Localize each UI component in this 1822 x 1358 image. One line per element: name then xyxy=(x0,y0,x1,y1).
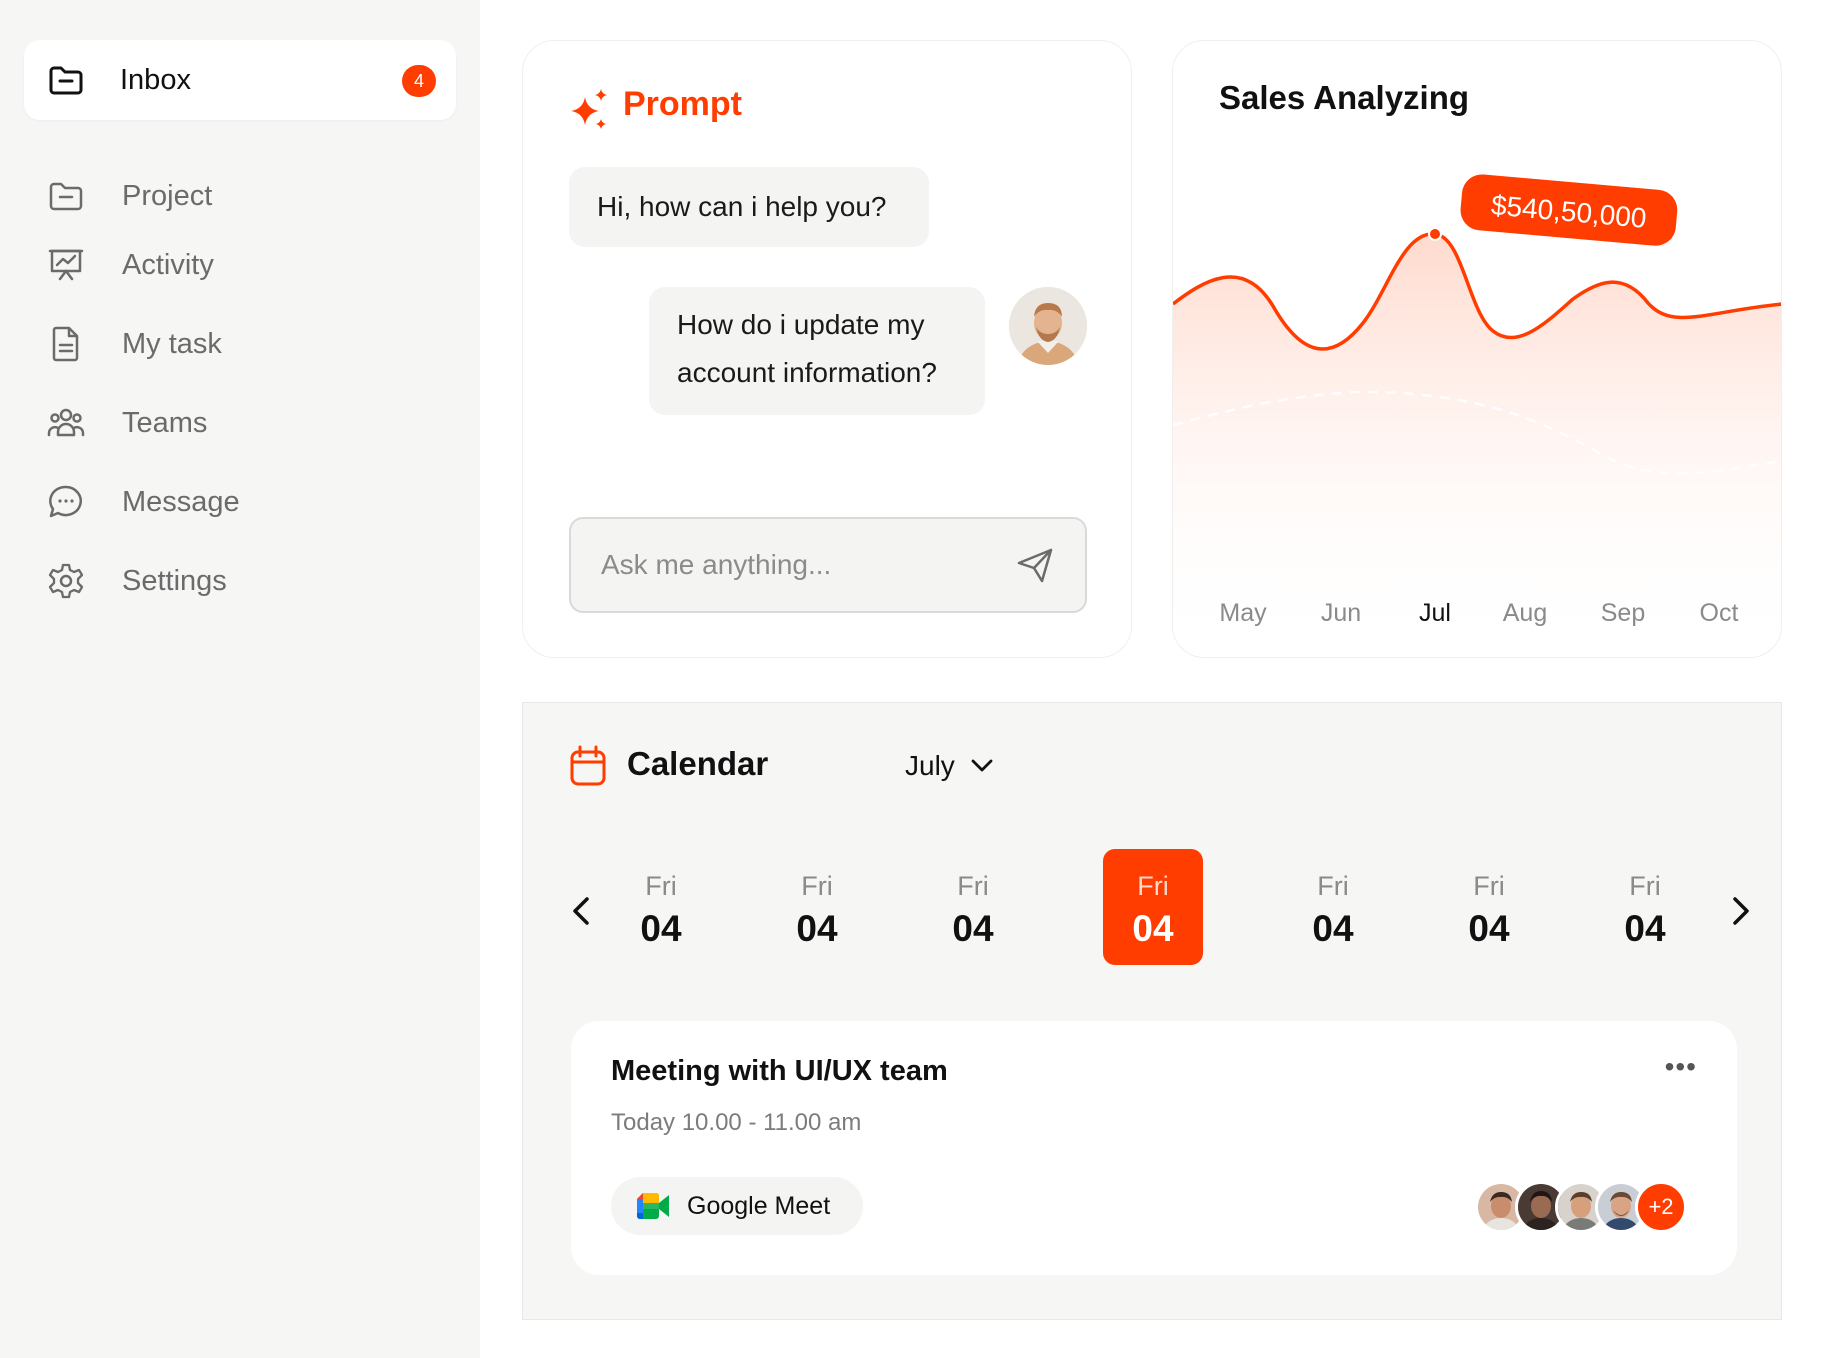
sidebar-item-my-task[interactable]: My task xyxy=(24,314,456,374)
sidebar-item-label: Inbox xyxy=(120,63,191,96)
calendar-title: Calendar xyxy=(627,745,769,782)
x-tick-label: May xyxy=(1219,599,1267,627)
users-icon xyxy=(47,408,85,437)
google-meet-label: Google Meet xyxy=(687,1191,831,1220)
sidebar: Inbox 4 Project Activity My task Teams M… xyxy=(0,0,480,1358)
day-name: Fri xyxy=(1473,871,1505,901)
inbox-count-badge: 4 xyxy=(402,65,436,97)
sales-area xyxy=(1173,233,1781,657)
more-options-icon[interactable]: ••• xyxy=(1665,1051,1697,1083)
presentation-chart-icon xyxy=(48,249,84,281)
x-tick-label: Sep xyxy=(1601,599,1645,627)
day-cell[interactable]: Fri 04 xyxy=(923,849,1023,965)
sidebar-item-label: Teams xyxy=(122,406,208,439)
chat-bubble-icon xyxy=(49,485,82,518)
day-number: 04 xyxy=(952,908,994,949)
day-cell[interactable]: Fri 04 xyxy=(611,849,711,965)
calendar-icon xyxy=(570,745,606,786)
day-number: 04 xyxy=(1132,908,1174,949)
day-number: 04 xyxy=(1468,908,1510,949)
sidebar-item-inbox[interactable]: Inbox 4 xyxy=(24,40,456,120)
more-attendees-badge: +2 xyxy=(1635,1181,1687,1233)
sidebar-item-label: Project xyxy=(122,179,213,212)
day-cell[interactable]: Fri 04 xyxy=(1283,849,1383,965)
day-cell[interactable]: Fri 04 xyxy=(1439,849,1539,965)
dashboard-page: Inbox 4 Project Activity My task Teams M… xyxy=(0,0,1822,1358)
highlight-point xyxy=(1428,227,1442,241)
x-tick-label: Jun xyxy=(1321,599,1361,627)
document-icon xyxy=(52,326,79,362)
sidebar-item-label: My task xyxy=(122,327,222,360)
sidebar-item-activity[interactable]: Activity xyxy=(24,235,456,295)
ask-input[interactable] xyxy=(569,517,1087,613)
day-name: Fri xyxy=(1137,871,1169,901)
highlight-tooltip: $540,50,000 xyxy=(1460,174,1678,246)
sidebar-item-message[interactable]: Message xyxy=(24,472,456,532)
sidebar-item-project[interactable]: Project xyxy=(24,166,456,226)
gear-icon xyxy=(48,563,84,599)
x-tick-label: Aug xyxy=(1503,599,1547,627)
prompt-card: Prompt Hi, how can i help you? How do i … xyxy=(522,40,1132,658)
x-tick-label: Oct xyxy=(1700,599,1739,627)
meeting-time: Today 10.00 - 11.00 am xyxy=(611,1109,862,1136)
day-name: Fri xyxy=(1317,871,1349,901)
sales-analyzing-card: Sales Analyzing $540,50,000 May Jun Jul … xyxy=(1172,40,1782,658)
sidebar-item-label: Settings xyxy=(122,564,227,597)
day-number: 04 xyxy=(1312,908,1354,949)
day-name: Fri xyxy=(801,871,833,901)
folder-icon xyxy=(49,182,83,211)
google-meet-icon xyxy=(637,1193,669,1219)
meeting-title: Meeting with UI/UX team xyxy=(611,1055,948,1087)
bot-message-text: Hi, how can i help you? xyxy=(597,191,887,222)
sidebar-item-teams[interactable]: Teams xyxy=(24,393,456,453)
day-cell[interactable]: Fri 04 xyxy=(1595,849,1695,965)
user-message-line: account information? xyxy=(677,357,937,388)
month-dropdown[interactable]: July xyxy=(905,743,993,789)
google-meet-button[interactable]: Google Meet xyxy=(611,1177,863,1235)
sales-chart: $540,50,000 May Jun Jul Aug Sep Oct xyxy=(1173,174,1781,657)
day-cell[interactable]: Fri 04 xyxy=(1103,849,1203,965)
day-name: Fri xyxy=(645,871,677,901)
day-number: 04 xyxy=(640,908,682,949)
user-avatar-image xyxy=(1009,287,1087,365)
calendar-section: Calendar July Fri 04 Fri 04 Fri 04 Fri 04 Fri 04 F… xyxy=(522,702,1782,1320)
folder-icon xyxy=(49,66,83,95)
x-tick-label: Jul xyxy=(1419,599,1451,627)
send-icon[interactable] xyxy=(1015,545,1055,585)
day-number: 04 xyxy=(796,908,838,949)
month-label: July xyxy=(905,750,955,781)
sidebar-item-label: Message xyxy=(122,485,240,518)
sparkle-icon xyxy=(571,89,607,129)
day-name: Fri xyxy=(957,871,989,901)
day-cell[interactable]: Fri 04 xyxy=(767,849,867,965)
sidebar-item-label: Activity xyxy=(122,248,214,281)
chevron-left-icon[interactable] xyxy=(567,893,597,929)
chevron-down-icon xyxy=(971,759,993,772)
user-message-line: How do i update my xyxy=(677,309,925,340)
avatar xyxy=(1009,287,1087,365)
sidebar-item-settings[interactable]: Settings xyxy=(24,551,456,611)
day-name: Fri xyxy=(1629,871,1661,901)
prompt-title: Prompt xyxy=(623,85,742,123)
bot-message-bubble: Hi, how can i help you? xyxy=(569,167,929,247)
chevron-right-icon[interactable] xyxy=(1725,893,1755,929)
day-number: 04 xyxy=(1624,908,1666,949)
attendee-avatars[interactable]: +2 xyxy=(1475,1181,1695,1233)
meeting-card[interactable]: Meeting with UI/UX team Today 10.00 - 11… xyxy=(571,1021,1737,1275)
user-message-bubble: How do i update my account information? xyxy=(649,287,985,415)
